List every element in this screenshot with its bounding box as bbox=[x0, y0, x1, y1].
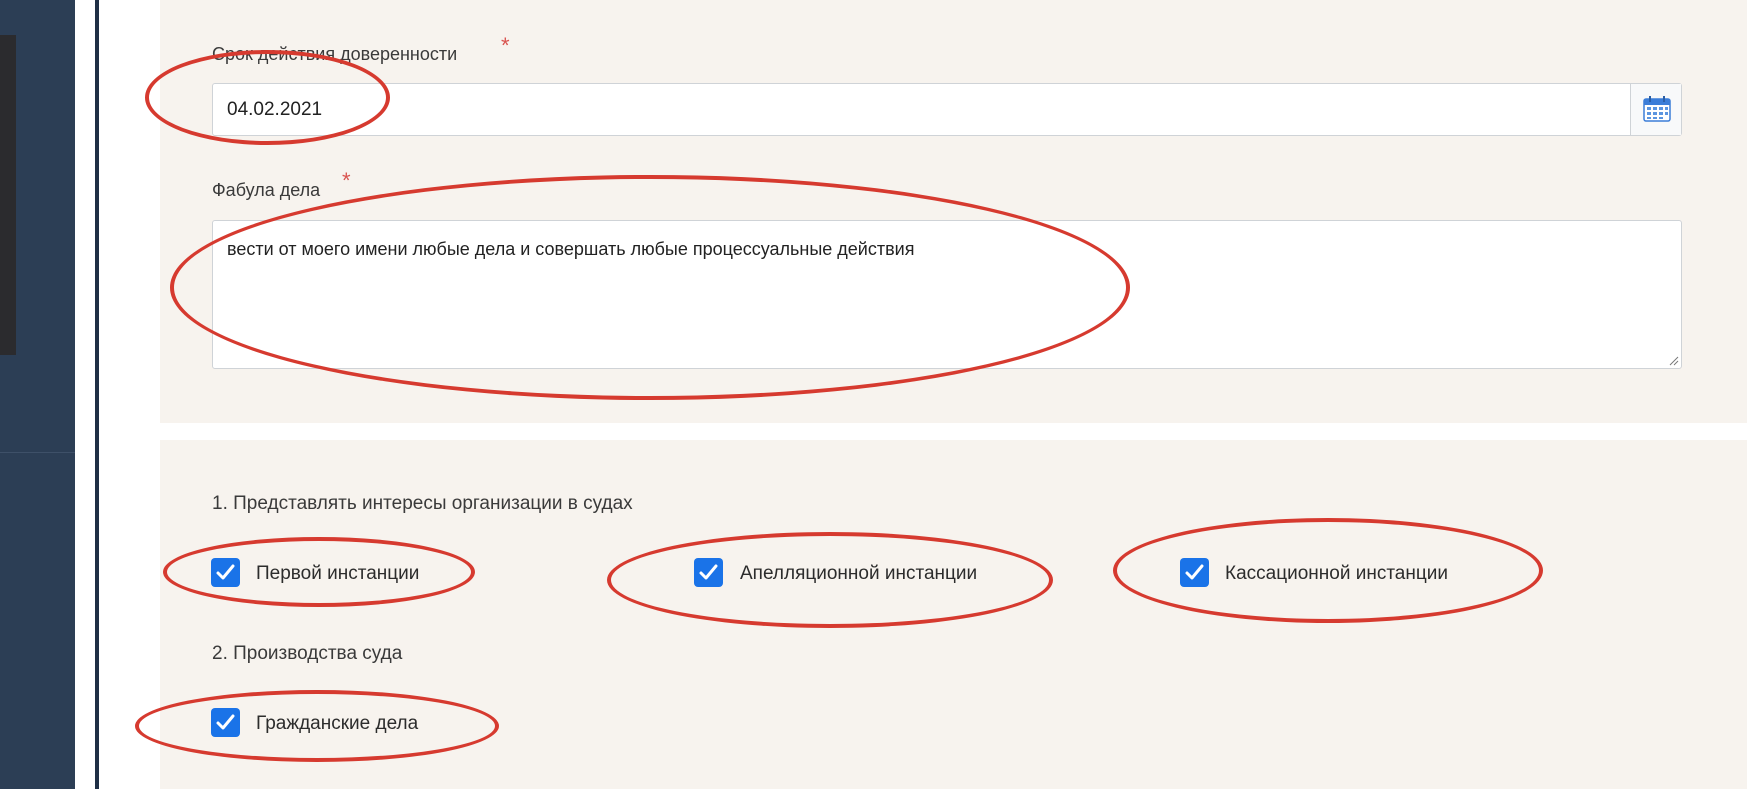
checkbox-appeal-instance[interactable] bbox=[694, 558, 723, 587]
checkmark-icon bbox=[216, 714, 235, 730]
case-summary-textarea[interactable]: вести от моего имени любые дела и соверш… bbox=[212, 220, 1682, 369]
checkbox-first-instance-label[interactable]: Первой инстанции bbox=[256, 563, 419, 585]
checkbox-first-instance[interactable] bbox=[211, 558, 240, 587]
resize-grip-icon[interactable] bbox=[1669, 356, 1679, 366]
checkmark-icon bbox=[216, 564, 235, 580]
checkbox-civil-cases-label[interactable]: Гражданские дела bbox=[256, 713, 418, 735]
section-courts-title: 1. Представлять интересы организации в с… bbox=[212, 493, 633, 514]
checkbox-appeal-instance-label[interactable]: Апелляционной инстанции bbox=[740, 563, 977, 585]
sidebar-panel bbox=[0, 35, 16, 355]
validity-label: Срок действия доверенности bbox=[212, 44, 458, 64]
checkbox-civil-cases[interactable] bbox=[211, 708, 240, 737]
checkmark-icon bbox=[1185, 564, 1204, 580]
checkbox-cassation-instance-label[interactable]: Кассационной инстанции bbox=[1225, 563, 1448, 585]
page: Срок действия доверенности * Фабула дела… bbox=[0, 0, 1747, 789]
sidebar-divider bbox=[0, 452, 75, 453]
checkbox-cassation-instance[interactable] bbox=[1180, 558, 1209, 587]
calendar-icon bbox=[1643, 96, 1671, 122]
required-mark: * bbox=[501, 33, 510, 58]
calendar-button[interactable] bbox=[1630, 84, 1681, 135]
validity-date-input[interactable] bbox=[212, 83, 1682, 136]
required-mark: * bbox=[342, 168, 351, 193]
checkmark-icon bbox=[699, 564, 718, 580]
case-summary-label: Фабула дела bbox=[212, 180, 321, 200]
sidebar bbox=[0, 0, 75, 789]
section-proceedings-title: 2. Производства суда bbox=[212, 643, 403, 664]
